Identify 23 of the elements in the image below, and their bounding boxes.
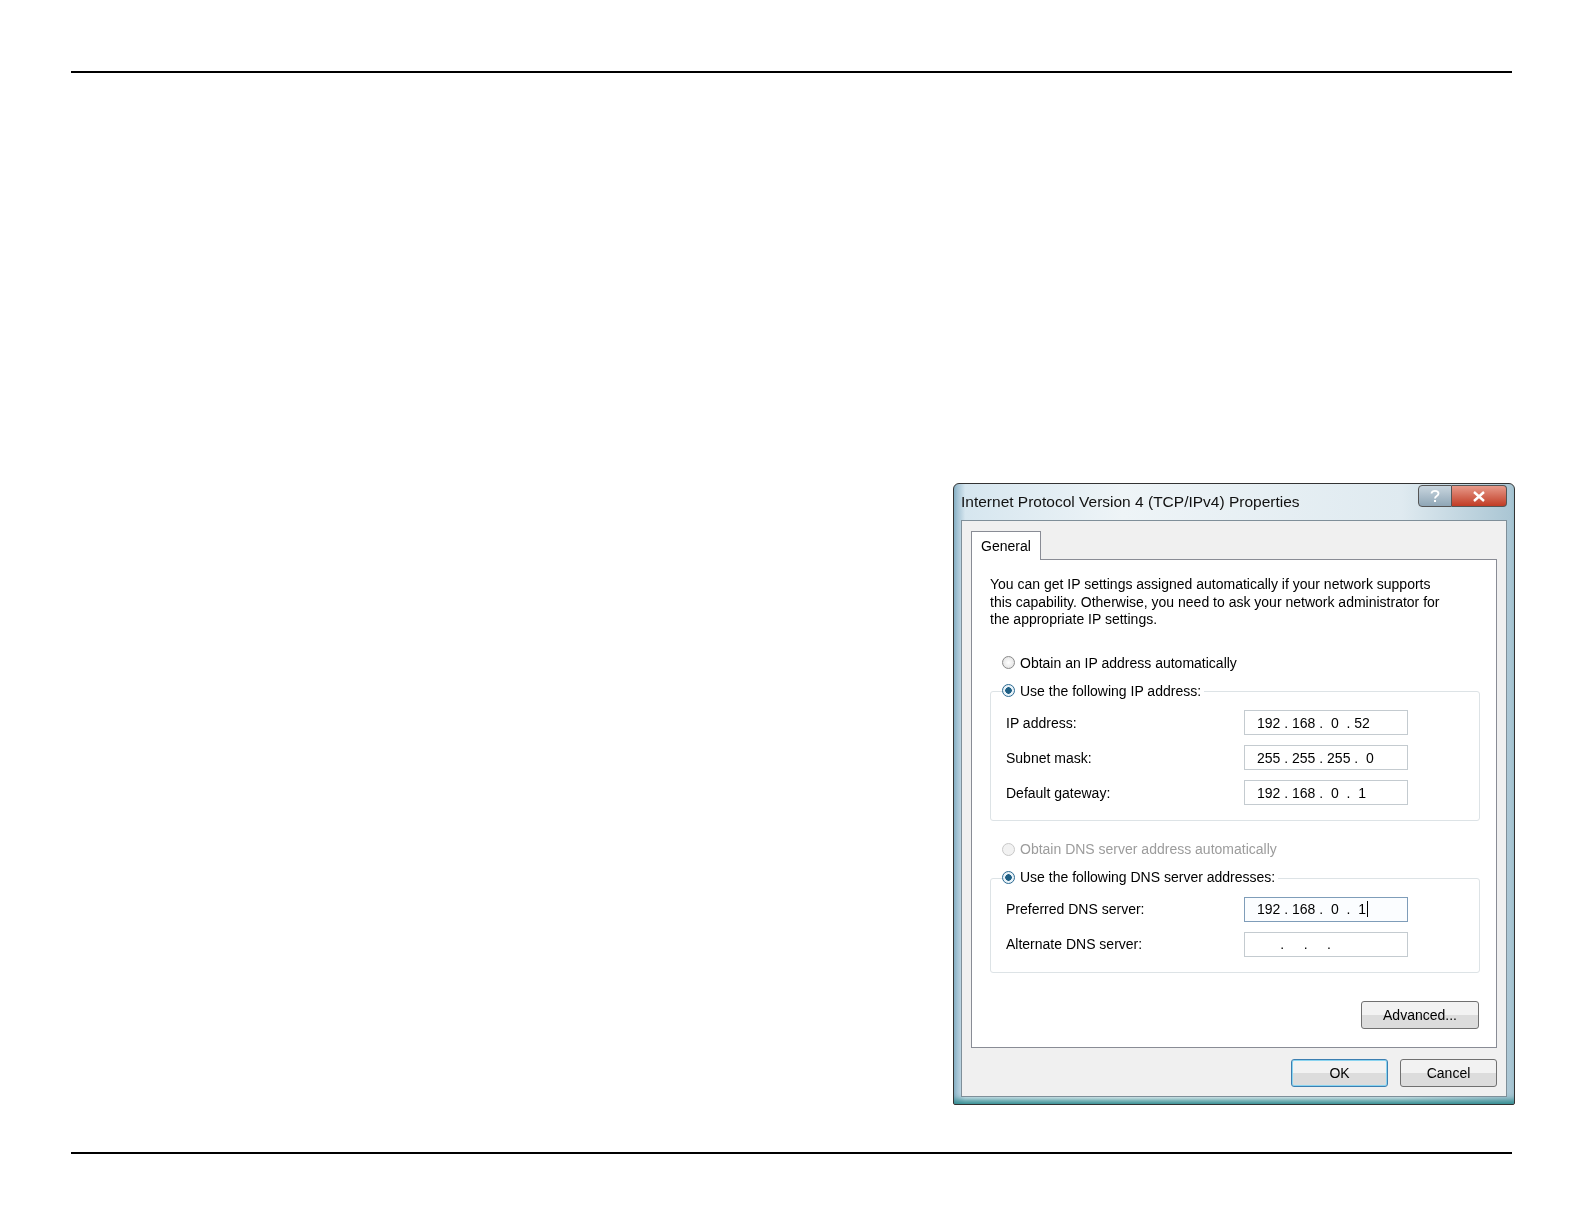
- field-label: IP address:: [1006, 714, 1077, 731]
- help-icon: [1429, 489, 1441, 503]
- radio-option[interactable]: Use the following DNS server addresses:: [1002, 869, 1276, 885]
- close-icon: [1472, 490, 1486, 502]
- advanced-button[interactable]: Advanced...: [1361, 1001, 1479, 1029]
- ip-address-field[interactable]: 255 . 255 . 255 . 0: [1244, 745, 1408, 770]
- help-button[interactable]: [1418, 485, 1452, 507]
- description-text: You can get IP settings assigned automatically if your network supports this capability. Otherwise, you need to ask your network administrator for the appropriate IP settings.: [990, 576, 1441, 629]
- field-label: Default gateway:: [1006, 784, 1111, 801]
- dialog-button[interactable]: OK: [1291, 1059, 1388, 1087]
- close-button[interactable]: [1452, 485, 1507, 507]
- ip-address-field[interactable]: 192 . 168 . 0 . 1: [1244, 896, 1408, 922]
- field-label: Subnet mask:: [1006, 749, 1092, 766]
- tab[interactable]: General: [971, 531, 1041, 560]
- ip-address-field[interactable]: 192 . 168 . 0 . 52: [1244, 710, 1408, 735]
- ip-address-field[interactable]: 192 . 168 . 0 . 1: [1244, 780, 1408, 805]
- field-label: Preferred DNS server:: [1006, 901, 1145, 917]
- window-title: Internet Protocol Version 4 (TCP/IPv4) Properties: [961, 493, 1300, 511]
- radio-option[interactable]: Obtain an IP address automatically: [1002, 654, 1480, 671]
- field-label: Alternate DNS server:: [1006, 936, 1143, 952]
- dialog-button[interactable]: Cancel: [1400, 1059, 1497, 1087]
- ip-address-field[interactable]: . . .: [1244, 931, 1408, 957]
- radio-option[interactable]: Use the following IP address:: [1002, 682, 1202, 699]
